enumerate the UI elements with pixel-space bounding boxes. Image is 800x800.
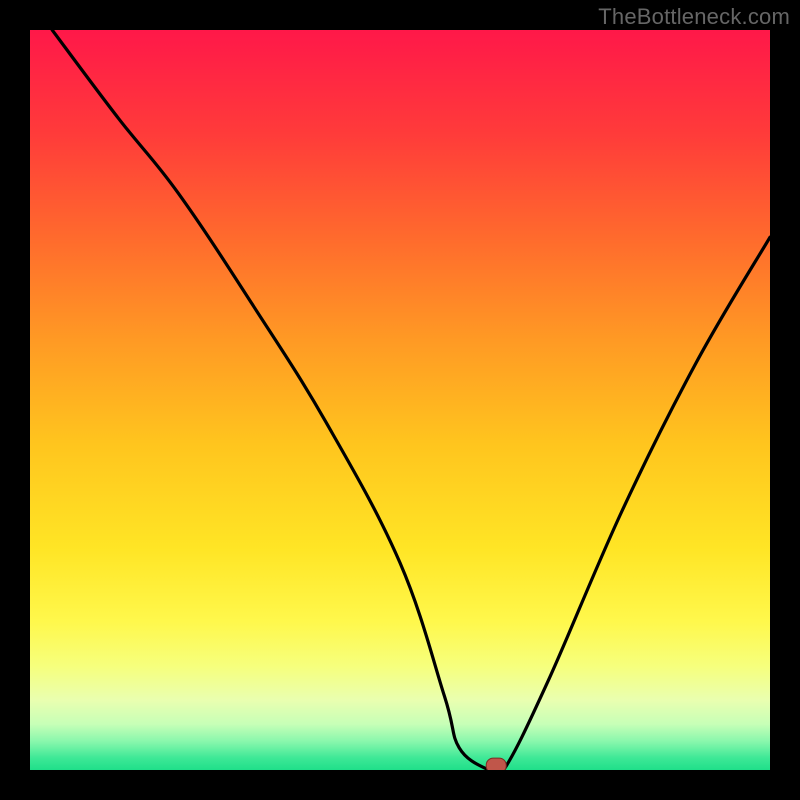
bottleneck-chart: [0, 0, 800, 800]
chart-frame: { "watermark": "TheBottleneck.com", "col…: [0, 0, 800, 800]
plot-area: [30, 30, 770, 770]
optimal-point-marker: [486, 758, 506, 773]
